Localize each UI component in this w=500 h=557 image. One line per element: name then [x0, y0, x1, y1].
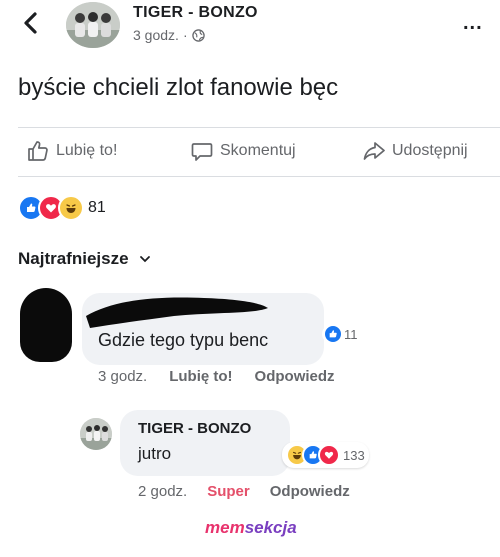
share-arrow-icon	[363, 142, 385, 160]
watermark-part2: sekcja	[244, 518, 297, 537]
reply-author-name[interactable]: TIGER - BONZO	[138, 420, 251, 437]
love-reaction-icon	[318, 444, 340, 466]
chevron-down-icon	[139, 256, 150, 263]
comment-button[interactable]: Skomentuj	[190, 133, 296, 169]
globe-icon	[191, 28, 205, 42]
haha-reaction-icon	[58, 195, 84, 221]
avatar-photo-icon	[80, 418, 112, 450]
redaction-scribble	[86, 297, 268, 328]
comment-like-button[interactable]: Lubię to!	[169, 368, 232, 385]
page-avatar[interactable]	[66, 2, 120, 48]
comment-bubble-icon	[191, 143, 213, 161]
reply-super-reaction-button[interactable]: Super	[207, 483, 250, 500]
back-button[interactable]	[18, 8, 44, 38]
comment-actions: 3 godz. Lubię to! Odpowiedz	[98, 368, 335, 385]
comment-reactions[interactable]: 11	[322, 325, 361, 343]
comment-time[interactable]: 3 godz.	[98, 368, 147, 385]
avatar-photo-icon	[66, 2, 120, 48]
commenter-avatar-redacted[interactable]	[20, 288, 72, 362]
divider	[18, 176, 500, 177]
page-name[interactable]: TIGER - BONZO	[133, 4, 258, 22]
reply-reply-button[interactable]: Odpowiedz	[270, 483, 350, 500]
watermark-logo: memsekcja	[205, 518, 297, 538]
chevron-left-icon	[24, 12, 37, 34]
post-actions: Lubię to! Skomentuj Udostępnij	[0, 133, 500, 169]
meta-separator: ·	[182, 27, 188, 43]
share-button[interactable]: Udostępnij	[362, 133, 468, 169]
like-label: Lubię to!	[56, 142, 118, 159]
reply-author-avatar[interactable]	[80, 418, 112, 450]
watermark-part1: mem	[205, 518, 245, 537]
like-reaction-icon	[325, 326, 341, 342]
reactions-count: 81	[88, 199, 106, 216]
divider	[18, 127, 500, 128]
reply-time[interactable]: 2 godz.	[138, 483, 187, 500]
reply-text: jutro	[138, 444, 172, 463]
more-options-button[interactable]: ...	[463, 12, 483, 35]
reply-reactions[interactable]: 133	[282, 442, 369, 468]
post-text: byście chcieli zlot fanowie bęc	[18, 74, 339, 101]
comments-sort-dropdown[interactable]: Najtrafniejsze	[18, 249, 151, 269]
comment-label: Skomentuj	[220, 142, 296, 159]
thumbs-up-icon	[28, 141, 48, 161]
sort-label: Najtrafniejsze	[18, 249, 129, 268]
comment-reply-button[interactable]: Odpowiedz	[255, 368, 335, 385]
share-label: Udostępnij	[392, 142, 468, 159]
reactions-summary[interactable]: 81	[18, 195, 106, 221]
post-time[interactable]: 3 godz.	[133, 27, 179, 43]
reply-actions: 2 godz. Super Odpowiedz	[138, 483, 350, 500]
post-meta: 3 godz. ·	[133, 27, 205, 43]
comment-reaction-count: 11	[344, 326, 358, 342]
like-button[interactable]: Lubię to!	[26, 133, 117, 169]
comment-text: Gdzie tego typu benc	[98, 330, 269, 350]
reply-reaction-count: 133	[343, 447, 365, 463]
